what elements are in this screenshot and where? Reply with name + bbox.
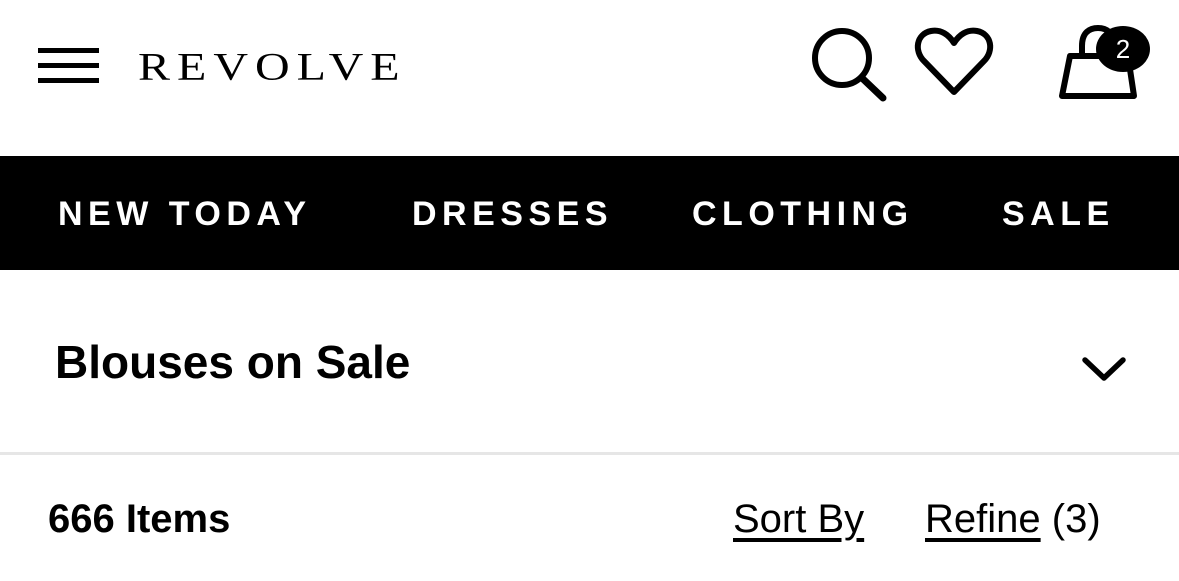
nav-item-clothing[interactable]: CLOTHING	[692, 194, 914, 234]
search-icon	[812, 28, 887, 102]
nav-item-dresses[interactable]: DRESSES	[412, 194, 613, 234]
chevron-down-icon[interactable]	[1080, 352, 1128, 386]
bag-count-badge: 2	[1096, 26, 1150, 72]
wishlist-button[interactable]	[914, 26, 994, 98]
refine-count: (3)	[1051, 497, 1101, 541]
results-toolbar: 666 Items Sort By Refine (3)	[0, 458, 1179, 581]
search-button[interactable]	[810, 26, 888, 102]
nav-item-new-today[interactable]: NEW TODAY	[58, 194, 312, 234]
site-header: REVOLVE 2	[0, 0, 1179, 156]
shopping-bag-button[interactable]: 2	[1054, 22, 1152, 102]
item-count: 666 Items	[48, 497, 231, 541]
category-selector[interactable]: Blouses on Sale	[0, 270, 1179, 455]
sort-by-link[interactable]: Sort By	[733, 496, 864, 542]
menu-bar	[38, 63, 99, 68]
main-nav: NEW TODAY DRESSES CLOTHING SALE	[0, 156, 1179, 270]
heart-icon	[914, 27, 994, 95]
refine-label: Refine	[925, 497, 1041, 541]
page-title: Blouses on Sale	[55, 336, 411, 388]
menu-bar	[38, 78, 99, 83]
hamburger-menu-icon[interactable]	[38, 48, 99, 86]
site-logo[interactable]: REVOLVE	[138, 45, 407, 89]
menu-bar	[38, 48, 99, 53]
nav-item-sale[interactable]: SALE	[1002, 194, 1115, 234]
refine-link[interactable]: Refine (3)	[925, 496, 1101, 542]
